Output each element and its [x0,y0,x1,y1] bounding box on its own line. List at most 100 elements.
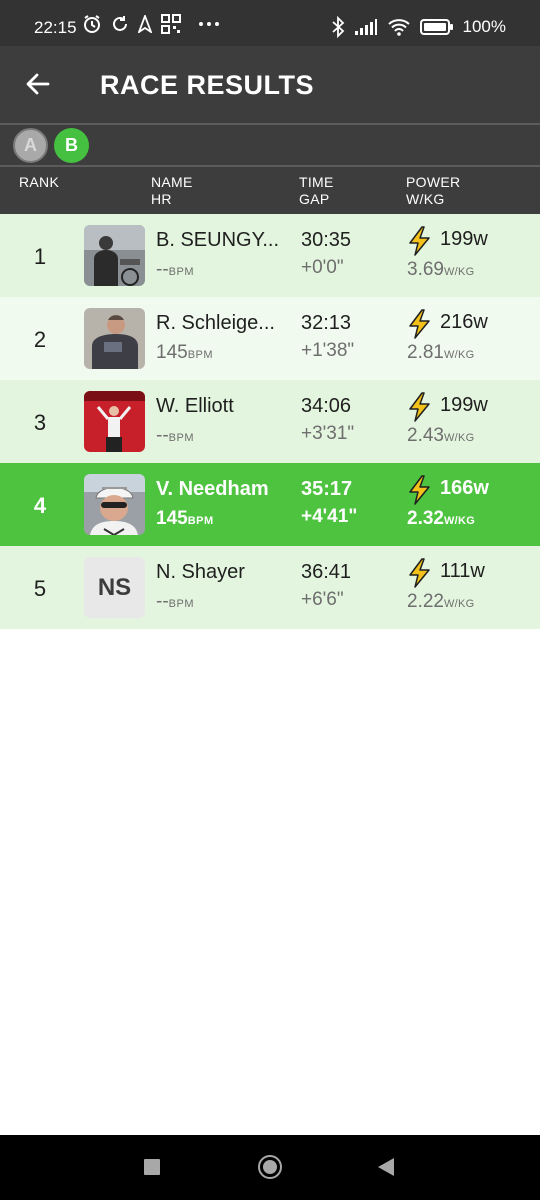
wifi-icon [387,19,410,36]
column-power[interactable]: POWER W/KG [406,174,460,208]
finish-time: 36:41 [301,561,352,583]
wkg-value: 2.32 [407,508,444,529]
wkg-unit: W/KG [443,515,476,527]
power-watts: 199w [440,228,488,250]
qr-code-icon [161,14,181,34]
avatar [84,474,145,535]
heart-rate-value: -- [156,259,169,280]
power-watts: 216w [440,311,488,333]
status-bar: 22:15 100% [0,0,540,46]
signal-icon [354,19,377,35]
category-filter: A B [0,125,540,165]
heart-rate-value: 145 [156,342,188,363]
result-row[interactable]: 2 R. Schleige... 145BPM 32:13 +1'38" 216… [0,297,540,380]
rank: 2 [33,327,47,352]
column-rank[interactable]: RANK [19,174,59,191]
wkg-unit: W/KG [443,598,475,610]
app-bar: RACE RESULTS [0,46,540,123]
finish-time: 34:06 [301,395,352,417]
category-a-button[interactable]: A [13,128,48,163]
sync-icon [113,16,127,31]
heart-rate: --BPM [156,425,194,447]
time-gap: +1'38" [301,340,355,361]
column-name-label: NAME [151,174,193,190]
time-gap: +3'31" [301,423,355,444]
time-gap: +6'6" [301,589,344,610]
power-watts: 199w [440,394,488,416]
result-row[interactable]: 3 W. Elliott --BPM 34:06 +3'31" 199w 2.4… [0,380,540,463]
lightning-bolt-icon [409,309,430,339]
status-left-icons [82,14,220,34]
lightning-bolt-icon [409,475,430,505]
column-power-label: POWER [406,174,461,190]
column-wkg-label: W/KG [406,191,445,207]
wkg-value: 2.81 [407,342,444,363]
finish-time: 32:13 [301,312,352,334]
recent-apps-icon[interactable] [144,1159,160,1175]
column-gap-label: GAP [299,191,330,207]
avatar-initials: NS [84,557,145,618]
result-row-current-user[interactable]: 4 V. Needham 145BPM 35:17 +4'41" 166w 2.… [0,463,540,546]
rider-name: N. Shayer [156,561,245,583]
column-hr-label: HR [151,191,172,207]
bpm-unit: BPM [168,266,194,278]
status-time: 22:15 [34,18,77,37]
rider-name: W. Elliott [156,395,234,417]
watts-per-kg: 2.32W/KG [407,508,475,530]
power-watts: 111w [440,560,485,582]
result-row[interactable]: 5 NS N. Shayer --BPM 36:41 +6'6" 111w 2.… [0,546,540,629]
more-dots-icon [199,22,219,26]
wkg-unit: W/KG [443,349,475,361]
lightning-bolt-icon [409,558,430,588]
rider-name: B. SEUNGY... [156,229,280,251]
bpm-unit: BPM [187,349,214,361]
bluetooth-icon [331,16,344,38]
heart-rate: 145BPM [156,508,214,530]
wkg-unit: W/KG [443,266,475,278]
rank: 3 [33,410,47,435]
avatar [84,391,145,452]
page-title: RACE RESULTS [100,70,315,100]
wkg-value: 2.43 [407,425,444,446]
watts-per-kg: 3.69W/KG [407,259,475,281]
rank: 1 [33,244,47,269]
wkg-value: 2.22 [407,591,444,612]
wkg-value: 3.69 [407,259,444,280]
heart-rate-value: -- [156,591,169,612]
power-watts: 166w [440,477,489,499]
rank: 5 [33,576,47,601]
time-gap: +4'41" [301,506,358,527]
location-arrow-icon [138,15,152,33]
back-triangle-icon[interactable] [378,1158,394,1176]
watts-per-kg: 2.22W/KG [407,591,475,613]
status-right-icons: 100% [331,16,506,38]
home-icon[interactable] [258,1155,282,1179]
column-time-label: TIME [299,174,334,190]
bpm-unit: BPM [168,598,194,610]
column-time[interactable]: TIME GAP [299,174,334,208]
rank: 4 [33,493,47,518]
rider-name: V. Needham [156,478,269,500]
result-row[interactable]: 1 B. SEUNGY... --BPM 30:35 +0'0" 199w 3.… [0,214,540,297]
bpm-unit: BPM [168,432,194,444]
results-list: 1 B. SEUNGY... --BPM 30:35 +0'0" 199w 3.… [0,214,540,629]
lightning-bolt-icon [409,226,430,256]
system-nav-bar [0,1135,540,1200]
heart-rate-value: -- [156,425,169,446]
column-rank-label: RANK [19,174,60,190]
alarm-icon [84,15,100,33]
column-name[interactable]: NAME HR [151,174,193,208]
arrow-left-icon[interactable] [22,68,54,100]
avatar [84,308,145,369]
category-b-button[interactable]: B [54,128,89,163]
wkg-unit: W/KG [443,432,475,444]
watts-per-kg: 2.43W/KG [407,425,475,447]
battery-percent: 100% [462,17,506,36]
heart-rate-value: 145 [156,508,188,529]
battery-icon [419,19,453,35]
rider-name: R. Schleige... [156,312,275,334]
finish-time: 30:35 [301,229,352,251]
heart-rate: --BPM [156,259,194,281]
bpm-unit: BPM [187,515,214,527]
time-gap: +0'0" [301,257,344,278]
